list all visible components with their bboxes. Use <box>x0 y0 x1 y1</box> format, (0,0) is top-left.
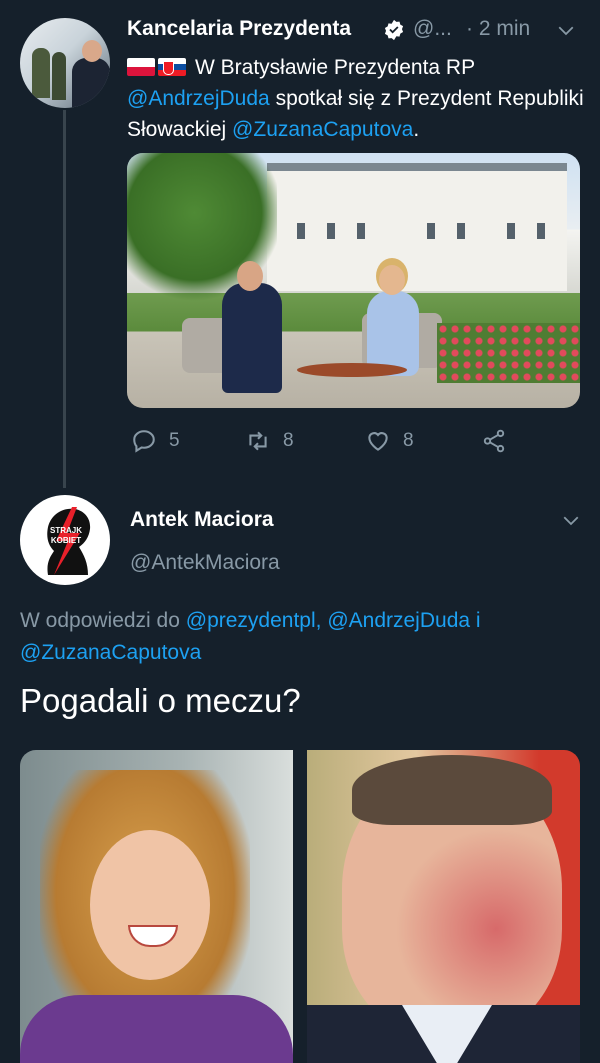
photo-coffee-table <box>297 363 407 377</box>
chevron-down-icon[interactable] <box>557 22 575 40</box>
strajk-label: STRAJK <box>50 526 82 535</box>
reply-context: W odpowiedzi do @prezydentpl, @AndrzejDu… <box>20 605 580 669</box>
flag-poland-icon <box>127 58 155 76</box>
tweet1-action-bar: 5 8 8 <box>127 428 597 456</box>
photo-window <box>327 223 335 239</box>
tweet1-text-intro: W Bratysławie Prezydenta RP <box>195 56 476 79</box>
photo-window <box>357 223 365 239</box>
chevron-down-icon[interactable] <box>562 512 580 530</box>
kobiet-label: KOBIET <box>51 536 81 545</box>
strajk-kobiet-logo: STRAJK KOBIET <box>47 507 91 575</box>
photo-purple-jacket <box>20 995 293 1063</box>
tweet1-author-name[interactable]: Kancelaria Prezydenta <box>127 17 351 41</box>
photo-face-smiling <box>90 830 210 980</box>
flag-slovakia-icon <box>158 58 186 76</box>
photo-window <box>457 223 465 239</box>
share-icon <box>483 429 505 453</box>
photo-hair <box>352 755 552 825</box>
photo-man-seated <box>222 283 282 393</box>
photo-palace <box>267 171 567 291</box>
mention-prezydentpl[interactable]: @prezydentpl <box>186 609 316 632</box>
mention-zuzanacaputova[interactable]: @ZuzanaCaputova <box>232 118 413 141</box>
mention-andrzejduda[interactable]: @AndrzejDuda <box>127 87 270 110</box>
retweet-icon <box>249 431 267 451</box>
reply-button[interactable]: 5 <box>131 428 180 454</box>
heart-icon <box>368 432 388 451</box>
photo-window <box>537 223 545 239</box>
photo-window <box>427 223 435 239</box>
photo-window <box>507 223 515 239</box>
avatar-figure-soldier <box>52 52 66 100</box>
tweet2-author-name[interactable]: Antek Maciora <box>130 508 274 532</box>
reply-count: 5 <box>169 430 180 451</box>
reply-separator: i <box>470 609 481 632</box>
tweet2-photo-right[interactable] <box>307 750 580 1063</box>
tweet2-text: Pogadali o meczu? <box>20 682 301 719</box>
mention-zuzanacaputova-reply[interactable]: @ZuzanaCaputova <box>20 641 201 664</box>
photo-flowerbed <box>437 323 580 383</box>
thread-connector-line <box>63 110 66 488</box>
tweet1-handle[interactable]: @... <box>413 17 452 41</box>
avatar-figure-head <box>82 40 102 62</box>
photo-woman-head <box>379 265 405 295</box>
kancelaria-avatar[interactable] <box>20 18 110 108</box>
retweet-button[interactable]: 8 <box>245 428 294 454</box>
tweet1-timestamp[interactable]: · 2 min <box>466 17 530 41</box>
photo-window <box>297 223 305 239</box>
tweet1-text-end: . <box>413 118 420 141</box>
antek-avatar[interactable]: STRAJK KOBIET <box>20 495 110 585</box>
reply-prefix: W odpowiedzi do <box>20 609 186 632</box>
mention-andrzejduda-reply[interactable]: @AndrzejDuda <box>327 609 470 632</box>
like-count: 8 <box>403 430 414 451</box>
tweet1-photo[interactable] <box>127 153 580 408</box>
reply-icon <box>133 430 155 453</box>
verified-badge-icon <box>384 19 404 41</box>
avatar-figure-soldier <box>32 48 50 98</box>
share-button[interactable] <box>481 428 507 454</box>
photo-man-head <box>237 261 263 291</box>
like-button[interactable]: 8 <box>365 428 414 454</box>
tweet2-handle[interactable]: @AntekMaciora <box>130 551 280 575</box>
tweet1-text: W Bratysławie Prezydenta RP @AndrzejDuda… <box>127 52 587 145</box>
tweet2-photo-left[interactable] <box>20 750 293 1063</box>
reply-separator: , <box>315 609 328 632</box>
avatar-figure-president <box>72 58 110 108</box>
retweet-count: 8 <box>283 430 294 451</box>
